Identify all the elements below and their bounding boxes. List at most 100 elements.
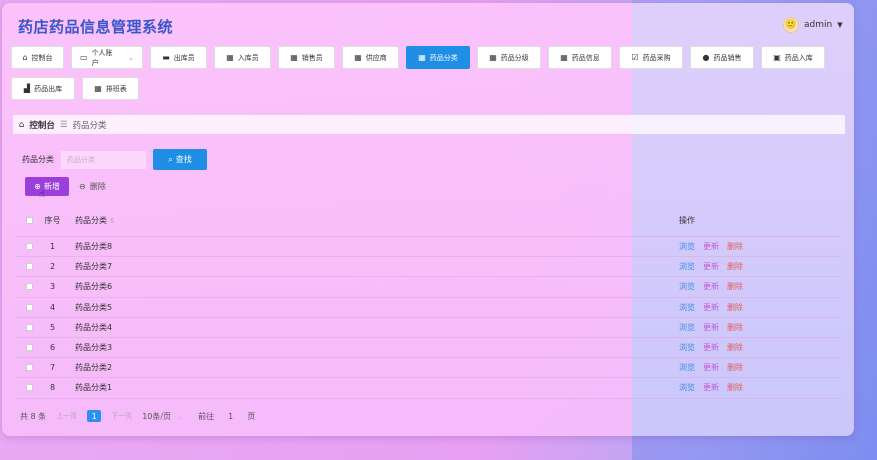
delete-link[interactable]: 删除 <box>727 322 743 333</box>
row-checkbox[interactable] <box>25 303 33 311</box>
row-index: 3 <box>49 282 56 292</box>
briefcase-icon: ▣ <box>773 53 781 62</box>
nav-item-label: 药品分类 <box>429 53 458 62</box>
edit-link[interactable]: 更新 <box>703 261 719 272</box>
grid-icon: ▦ <box>290 53 298 62</box>
delete-link[interactable]: 删除 <box>727 362 743 373</box>
row-index: 8 <box>49 383 56 393</box>
select-all-checkbox[interactable] <box>25 217 33 224</box>
edit-link[interactable]: 更新 <box>703 302 719 313</box>
row-checkbox[interactable] <box>25 323 33 331</box>
monitor-icon: ▬ <box>162 53 170 62</box>
row-name: 药品分类1 <box>75 383 113 393</box>
row-checkbox[interactable] <box>25 384 33 392</box>
top-nav: ⌂ 控制台 ▭ 个人账户 ⌄ ▬ 出库员 ▦ 入库员 ▦ 销售员 ▦ 供应商 ▦ 药品分类 ▦ 药品分级 ▦ 药品信… <box>11 46 841 100</box>
nav-item-10[interactable]: ● 药品销售 <box>690 46 754 69</box>
row-name: 药品分类5 <box>75 302 113 312</box>
nav-item-6[interactable]: ▦ 药品分类 <box>406 46 470 69</box>
nav-item-label: 出库员 <box>173 53 195 62</box>
table-row: 7 药品分类2 浏览 更新 删除 <box>16 358 840 379</box>
row-ops: 浏览 更新 删除 <box>679 261 743 272</box>
table-row: 2 药品分类7 浏览 更新 删除 <box>16 257 840 278</box>
row-checkbox[interactable] <box>25 364 33 372</box>
delete-link[interactable]: 删除 <box>727 241 743 252</box>
nav-item-12[interactable]: ▟ 药品出库 <box>11 77 75 100</box>
nav-item-label: 入库员 <box>237 53 259 62</box>
app-title: 药店药品信息管理系统 <box>18 18 174 36</box>
view-link[interactable]: 浏览 <box>679 382 695 393</box>
breadcrumb-separator-icon: ☰ <box>59 119 68 130</box>
header-name[interactable]: 药品分类 ⇕ <box>63 215 679 226</box>
nav-item-label: 个人账户 <box>91 48 113 67</box>
row-checkbox[interactable] <box>25 283 33 291</box>
nav-item-3[interactable]: ▦ 入库员 <box>214 46 271 69</box>
pager-page-unit: 页 <box>247 411 256 421</box>
view-link[interactable]: 浏览 <box>679 241 695 252</box>
pagination: 共 8 条 上一页 1 下一页 10条/页 ⌄ 前往 1 页 <box>20 410 255 422</box>
action-bar: ⊕ 新增 ⊖ 删除 <box>25 177 106 196</box>
pager-goto-input[interactable]: 1 <box>224 412 237 421</box>
view-link[interactable]: 浏览 <box>679 302 695 313</box>
row-checkbox[interactable] <box>25 243 33 251</box>
delete-link[interactable]: 删除 <box>727 302 743 313</box>
row-checkbox[interactable] <box>25 263 33 271</box>
delete-link[interactable]: 删除 <box>727 281 743 292</box>
breadcrumb-home[interactable]: 控制台 <box>29 119 55 131</box>
nav-item-8[interactable]: ▦ 药品信息 <box>548 46 612 69</box>
nav-item-7[interactable]: ▦ 药品分级 <box>477 46 541 69</box>
delete-button[interactable]: ⊖ 删除 <box>79 181 106 192</box>
nav-item-label: 药品出库 <box>34 84 63 93</box>
nav-item-2[interactable]: ▬ 出库员 <box>150 46 207 69</box>
search-button[interactable]: ⌕ 查找 <box>153 149 207 170</box>
delete-button-label: 删除 <box>89 182 106 191</box>
row-index: 4 <box>49 302 56 312</box>
view-link[interactable]: 浏览 <box>679 281 695 292</box>
pager-next-button[interactable]: 下一页 <box>111 411 132 421</box>
nav-item-4[interactable]: ▦ 销售员 <box>278 46 335 69</box>
edit-link[interactable]: 更新 <box>703 241 719 252</box>
pager-size-select[interactable]: 10条/页 ⌄ <box>142 411 182 422</box>
row-index: 1 <box>49 242 56 252</box>
pager-current-page[interactable]: 1 <box>87 410 102 422</box>
row-index: 5 <box>49 322 56 332</box>
table-row: 5 药品分类4 浏览 更新 删除 <box>16 318 840 338</box>
row-checkbox[interactable] <box>25 344 33 352</box>
hand-cursor-icon: ☝ <box>39 189 46 200</box>
view-link[interactable]: 浏览 <box>679 362 695 373</box>
edit-link[interactable]: 更新 <box>703 281 719 292</box>
edit-link[interactable]: 更新 <box>703 362 719 373</box>
header-index: 序号 <box>44 216 61 225</box>
table-row: 1 药品分类8 浏览 更新 删除 <box>16 237 840 258</box>
nav-item-5[interactable]: ▦ 供应商 <box>342 46 399 69</box>
row-index: 7 <box>49 363 56 373</box>
view-link[interactable]: 浏览 <box>679 322 695 333</box>
pager-prev-button[interactable]: 上一页 <box>56 411 77 421</box>
delete-link[interactable]: 删除 <box>727 382 743 393</box>
grid-icon: ▦ <box>354 53 362 62</box>
delete-link[interactable]: 删除 <box>727 261 743 272</box>
edit-link[interactable]: 更新 <box>703 322 719 333</box>
edit-link[interactable]: 更新 <box>703 342 719 353</box>
view-link[interactable]: 浏览 <box>679 261 695 272</box>
user-menu[interactable]: 🙂 admin ▼ <box>783 17 843 33</box>
row-name: 药品分类8 <box>75 242 113 252</box>
nav-item-0[interactable]: ⌂ 控制台 <box>11 46 64 69</box>
header-name-label: 药品分类 <box>75 216 107 225</box>
search-input[interactable] <box>60 149 147 170</box>
edit-link[interactable]: 更新 <box>703 382 719 393</box>
row-ops: 浏览 更新 删除 <box>679 302 743 313</box>
minus-circle-icon: ⊖ <box>79 182 86 191</box>
table-row: 4 药品分类5 浏览 更新 删除 <box>16 298 840 318</box>
nav-item-9[interactable]: ☑ 药品采购 <box>619 46 683 69</box>
add-button[interactable]: ⊕ 新增 <box>25 177 69 196</box>
pager-size-label: 10条/页 <box>142 411 172 421</box>
row-index: 2 <box>49 262 56 272</box>
view-link[interactable]: 浏览 <box>679 342 695 353</box>
search-icon: ⌕ <box>168 154 173 164</box>
nav-item-1[interactable]: ▭ 个人账户 ⌄ <box>71 46 143 69</box>
sort-icon[interactable]: ⇕ <box>110 217 116 225</box>
nav-item-13[interactable]: ▦ 排班表 <box>82 77 139 100</box>
delete-link[interactable]: 删除 <box>727 342 743 353</box>
nav-item-11[interactable]: ▣ 药品入库 <box>761 46 825 69</box>
row-ops: 浏览 更新 删除 <box>679 362 743 373</box>
